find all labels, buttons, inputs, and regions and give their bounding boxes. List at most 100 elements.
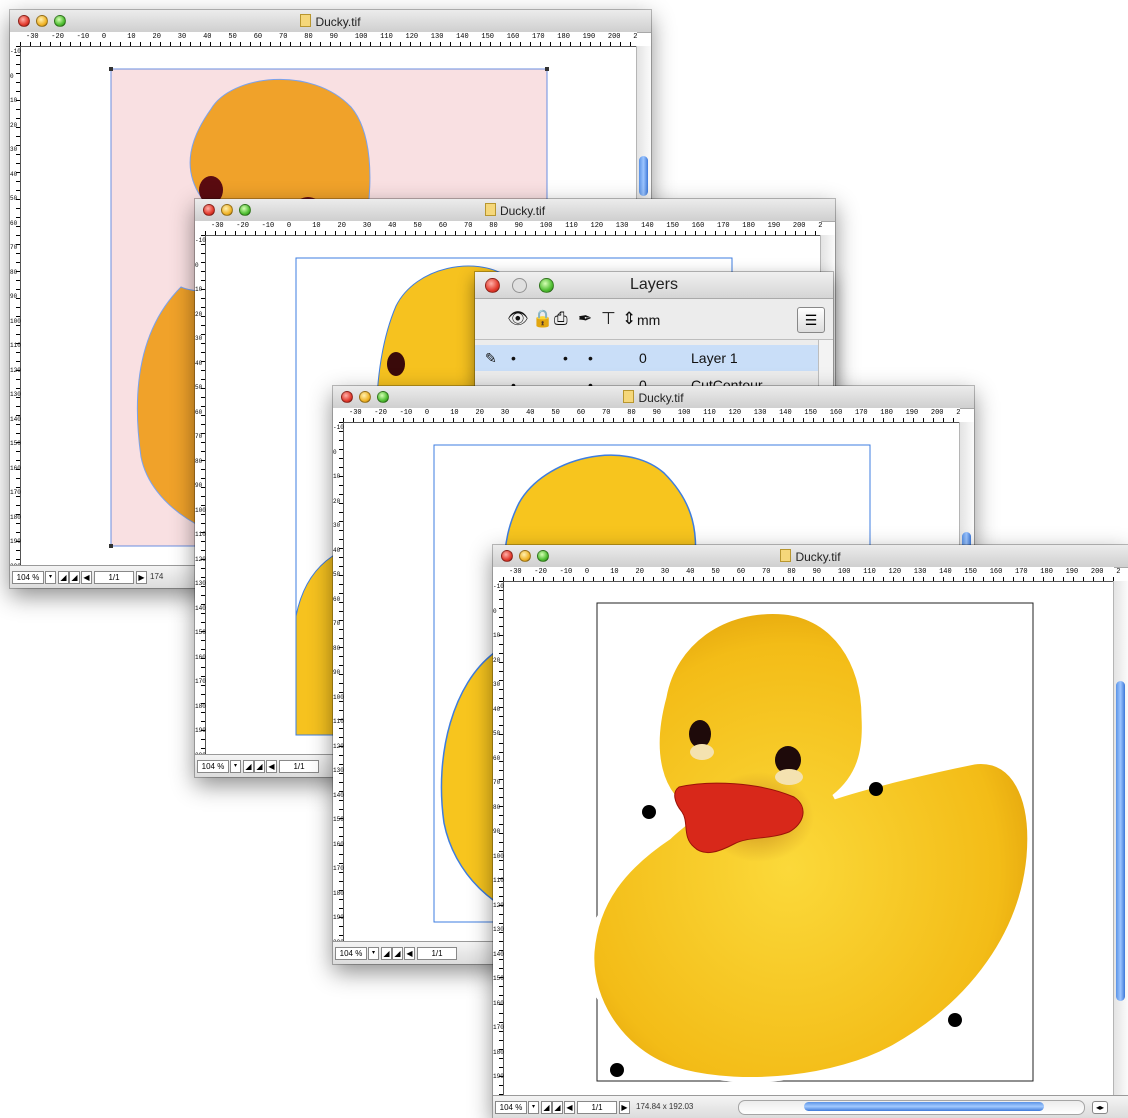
ruler-label: 10 — [127, 33, 136, 41]
prev-page-icon[interactable]: ◀ — [266, 760, 277, 773]
zoom-in-icon[interactable]: ◢ — [552, 1101, 563, 1114]
ruler-label: 180 — [742, 222, 755, 230]
ruler-label: 30 — [177, 33, 187, 41]
window-title: Ducky.tif — [10, 14, 651, 29]
ruler-label: 30 — [10, 146, 18, 153]
zoom-out-icon[interactable]: ◢ — [541, 1101, 552, 1114]
height-icon[interactable]: ⇕ — [622, 309, 636, 329]
layer-row[interactable]: ✎ • • • 0 Layer 1 — [475, 345, 819, 371]
ruler-label: 130 — [493, 926, 504, 933]
scroll-left-icon[interactable]: ◂▸ — [1092, 1101, 1108, 1114]
ruler-label: 2 — [1116, 568, 1121, 576]
ruler-label: 160 — [10, 464, 21, 472]
document-icon — [780, 549, 792, 562]
prev-page-icon[interactable]: ◀ — [404, 947, 415, 960]
ruler-label: -10 — [261, 222, 275, 230]
next-page-icon[interactable]: ▶ — [136, 571, 147, 584]
marker-icon[interactable]: ⊤ — [601, 309, 616, 329]
ruler-label: 170 — [10, 489, 21, 496]
zoom-in-icon[interactable]: ◢ — [69, 571, 80, 584]
ruler-label: 110 — [10, 342, 21, 349]
ruler-label: 90 — [812, 568, 821, 576]
layers-panel[interactable]: Layers 👁 🔒 ⎙ ✒ ⊤ ⇕ mm ☰ ✎ • • • 0 Layer … — [475, 272, 833, 390]
ruler-label: 130 — [913, 568, 927, 576]
zoom-in-icon[interactable]: ◢ — [392, 947, 403, 960]
scroll-thumb[interactable] — [639, 156, 648, 196]
zoom-field[interactable]: 104 % — [335, 947, 367, 960]
print-icon[interactable]: ⎙ — [554, 309, 568, 329]
ruler-label: 20 — [635, 568, 644, 576]
ruler-label: 10 — [195, 286, 203, 293]
ruler-label: 190 — [767, 222, 781, 230]
handle[interactable] — [109, 544, 113, 548]
title-bar[interactable]: Ducky.tif — [195, 199, 835, 222]
ruler-label: -10 — [195, 237, 206, 244]
pen-tool-icon[interactable]: ✒ — [578, 309, 592, 329]
layers-scrollbar[interactable] — [818, 340, 833, 390]
panel-menu-button[interactable]: ☰ — [797, 307, 825, 333]
page-field[interactable]: 1/1 — [94, 571, 134, 584]
ruler-label: 180 — [10, 513, 21, 521]
ruler-label: 20 — [337, 222, 346, 230]
ruler-label: -30 — [26, 33, 39, 41]
ruler-label: 0 — [101, 33, 107, 41]
print-dot[interactable]: • — [563, 350, 568, 366]
visible-dot[interactable]: • — [511, 350, 516, 366]
ruler-label: -10 — [76, 33, 90, 41]
prev-page-icon[interactable]: ◀ — [81, 571, 92, 584]
artwork — [504, 602, 1034, 1096]
zoom-out-icon[interactable]: ◢ — [243, 760, 254, 773]
document-window-4[interactable]: Ducky.tif -30 -20 -10 0 10 20 30 40 50 60 70 80 90 10… — [493, 545, 1128, 1118]
ruler-label: 160 — [829, 409, 843, 417]
ruler-label: 70 — [333, 620, 341, 627]
ruler-label: 170 — [195, 678, 206, 685]
page-field[interactable]: 1/1 — [417, 947, 457, 960]
zoom-in-icon[interactable]: ◢ — [254, 760, 265, 773]
eye-lid — [775, 769, 803, 785]
lock-icon[interactable]: 🔒 — [532, 309, 553, 329]
ruler-label: 60 — [736, 568, 746, 576]
horizontal-ruler: -30 -20 -10 0 10 20 30 40 50 60 70 80 90 100 110 120 130… — [205, 221, 822, 236]
page-field[interactable]: 1/1 — [577, 1101, 617, 1114]
handle[interactable] — [109, 67, 113, 71]
ruler-label: 90 — [195, 482, 203, 489]
ruler-label: 10 — [450, 409, 459, 417]
zoom-out-icon[interactable]: ◢ — [381, 947, 392, 960]
title-bar[interactable]: Ducky.tif — [493, 545, 1128, 568]
vertical-ruler: -10 0 10 20 30 40 50 60 70 80 90 100 110 120 130 140 150… — [10, 46, 21, 570]
zoom-field[interactable]: 104 % — [12, 571, 44, 584]
prev-page-icon[interactable]: ◀ — [564, 1101, 575, 1114]
scroll-thumb[interactable] — [804, 1102, 1044, 1111]
page-field[interactable]: 1/1 — [279, 760, 319, 773]
dimensions: 174.84 x 192.03 — [636, 1102, 694, 1111]
layers-title-bar[interactable]: Layers — [475, 272, 833, 299]
ruler-label: 0 — [424, 409, 430, 417]
ruler-label: 10 — [493, 632, 501, 639]
ruler-label: 180 — [880, 409, 893, 417]
vertical-scrollbar[interactable] — [1113, 581, 1128, 1096]
eye-lid — [690, 744, 714, 760]
next-page-icon[interactable]: ▶ — [619, 1101, 630, 1114]
canvas[interactable] — [504, 582, 1114, 1096]
zoom-field[interactable]: 104 % — [495, 1101, 527, 1114]
ruler-label: 90 — [333, 669, 341, 676]
ruler-label: 30 — [500, 409, 510, 417]
zoom-dropdown-icon[interactable]: ▾ — [528, 1101, 539, 1114]
handle[interactable] — [545, 67, 549, 71]
title-bar[interactable]: Ducky.tif — [333, 386, 974, 409]
eye-icon[interactable]: 👁 — [507, 309, 529, 329]
scroll-thumb[interactable] — [1116, 681, 1125, 1001]
zoom-dropdown-icon[interactable]: ▾ — [368, 947, 379, 960]
zoom-field[interactable]: 104 % — [197, 760, 229, 773]
ruler-label: 70 — [602, 409, 611, 417]
ruler-label: 150 — [493, 975, 504, 982]
zoom-out-icon[interactable]: ◢ — [58, 571, 69, 584]
zoom-dropdown-icon[interactable]: ▾ — [230, 760, 241, 773]
title-bar[interactable]: Ducky.tif — [10, 10, 651, 33]
ruler-label: 110 — [333, 718, 344, 725]
layer-name[interactable]: Layer 1 — [691, 350, 738, 366]
edit-dot[interactable]: • — [588, 350, 593, 366]
ruler-label: 30 — [660, 568, 670, 576]
horizontal-scrollbar[interactable] — [738, 1100, 1085, 1115]
zoom-dropdown-icon[interactable]: ▾ — [45, 571, 56, 584]
